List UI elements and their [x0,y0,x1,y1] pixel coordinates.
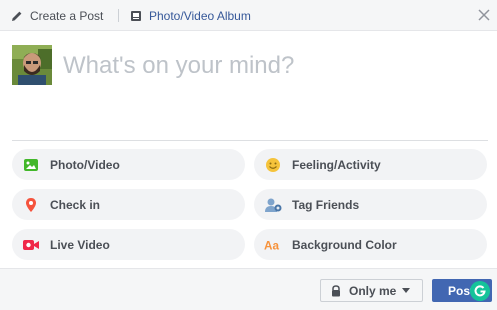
grammarly-icon[interactable] [470,281,490,301]
privacy-label: Only me [349,283,397,298]
action-background-color[interactable]: Aa Background Color [254,229,487,260]
action-feeling-activity-label: Feeling/Activity [292,157,381,172]
tab-create-post[interactable]: Create a Post [10,0,103,31]
tag-friends-icon [264,196,282,214]
composer-footer: Only me Post [0,268,497,310]
photo-icon [22,156,40,174]
action-feeling-activity[interactable]: Feeling/Activity [254,149,487,180]
tab-create-post-label: Create a Post [30,8,104,23]
tab-photo-video-album[interactable]: Photo/Video Album [129,0,251,31]
close-icon [478,9,490,21]
action-background-color-label: Background Color [292,237,397,252]
location-pin-icon [22,196,40,214]
action-photo-video[interactable]: Photo/Video [12,149,245,180]
pencil-icon [10,9,24,23]
photo-album-icon [129,9,143,23]
create-post-composer: Create a Post Photo/Video Album What's o… [0,0,497,310]
privacy-selector[interactable]: Only me [320,279,423,302]
svg-text:Aa: Aa [264,239,279,252]
status-input[interactable]: What's on your mind? [63,52,294,80]
composer-header: Create a Post Photo/Video Album [0,0,497,31]
action-tag-friends[interactable]: Tag Friends [254,189,487,220]
action-check-in[interactable]: Check in [12,189,245,220]
action-live-video[interactable]: Live Video [12,229,245,260]
action-check-in-label: Check in [50,197,101,212]
text-aa-icon: Aa [264,236,282,254]
smiley-icon [264,156,282,174]
close-button[interactable] [476,7,492,23]
chevron-down-icon [402,288,411,293]
tab-photo-video-album-label: Photo/Video Album [149,8,251,23]
action-photo-video-label: Photo/Video [50,157,120,172]
action-tag-friends-label: Tag Friends [292,197,360,212]
live-video-icon [22,236,40,254]
action-live-video-label: Live Video [50,237,110,252]
composer-divider [12,140,488,141]
header-divider [118,9,119,22]
lock-icon [331,284,341,297]
avatar[interactable] [12,45,52,85]
